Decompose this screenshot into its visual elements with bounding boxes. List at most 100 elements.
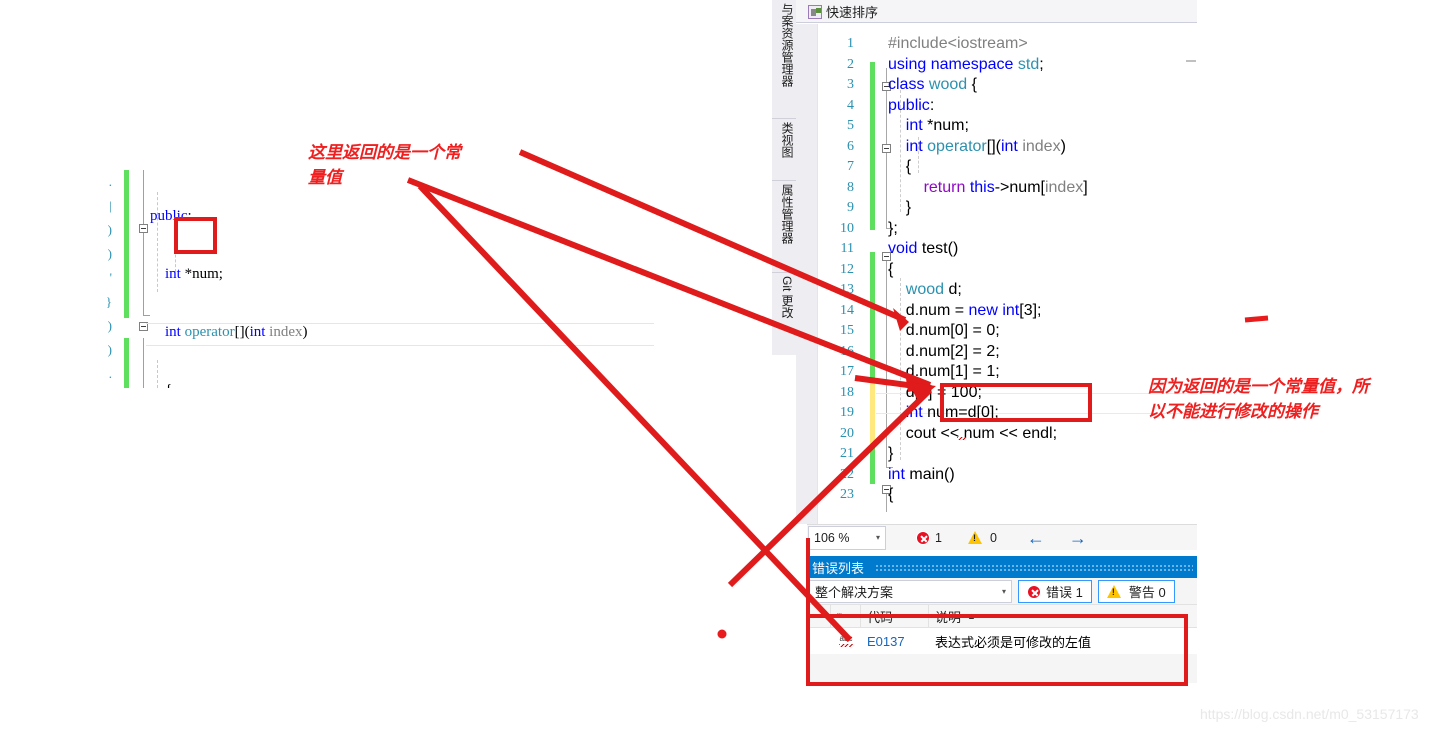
code-line[interactable]: d.num[2] = 2; [888, 342, 1000, 363]
status-warning-count-value: 0 [989, 530, 997, 545]
error-icon [916, 530, 930, 545]
annotation-note-left: 这里返回的是一个常 量值 [308, 143, 461, 187]
sidebar-tab-property-manager[interactable]: 属性管理器 [772, 180, 796, 272]
line-number: 9 [847, 200, 854, 215]
left-outline-foot [143, 315, 150, 316]
status-warning-count[interactable]: 0 [967, 530, 997, 545]
left-gutter: .|))' })).) [105, 174, 112, 381]
editor-tab-label: 快速排序 [826, 5, 879, 20]
line-number: 23 [840, 487, 854, 502]
zoom-level-value: 106 % [814, 530, 850, 545]
sidebar-tab-label: 属性管理器 [780, 184, 794, 244]
status-error-count[interactable]: 1 [916, 530, 942, 545]
left-outline-line [143, 170, 144, 315]
navigate-back-icon[interactable]: ← [1027, 529, 1045, 547]
screenshot-root: .|))' })).) public: int *num; int operat… [0, 0, 1455, 736]
left-code-text[interactable]: public: int *num; int operator[](int ind… [150, 170, 329, 388]
line-number: 2 [847, 56, 854, 72]
line-number: 14 [840, 302, 854, 318]
line-number: 17 [840, 364, 854, 379]
code-line[interactable]: int operator[](int index) [888, 137, 1066, 158]
line-number: 22 [840, 466, 854, 482]
code-line[interactable]: d.num = new int[3]; [888, 301, 1042, 322]
error-filter-toggle[interactable]: 错误 1 [1018, 580, 1092, 603]
scope-dropdown[interactable]: 整个解决方案 ▾ [809, 580, 1012, 603]
code-line[interactable]: }; [888, 219, 898, 240]
line-number: 18 [840, 384, 854, 400]
docked-tool-tabs: 与案资源管理器 类视图 属性管理器 Git 更改 [772, 0, 796, 355]
title-grip [875, 564, 1193, 571]
code-line[interactable]: public: [888, 96, 934, 117]
sidebar-tab-git-changes[interactable]: Git 更改 [772, 272, 796, 355]
scope-dropdown-value: 整个解决方案 [815, 585, 894, 600]
editor-tab-kuaisupaixu[interactable]: 快速排序 [802, 1, 885, 22]
editor-tab-strip: 快速排序 [796, 0, 1197, 23]
line-number: 13 [840, 282, 854, 297]
line-number: 15 [840, 323, 854, 338]
editor-selection-margin [796, 24, 818, 524]
line-number: 10 [840, 220, 854, 236]
code-line[interactable]: } [888, 198, 911, 219]
line-number: 6 [847, 138, 854, 154]
line-number: 1 [847, 36, 854, 51]
code-line[interactable]: class wood { [888, 75, 977, 96]
line-number: 12 [840, 261, 854, 277]
left-fold-toggle-operator[interactable] [139, 224, 148, 233]
cpp-file-icon [808, 4, 822, 19]
line-number: 19 [840, 405, 854, 420]
code-line[interactable]: d.num[0] = 0; [888, 321, 1000, 342]
left-outline-line-2 [143, 338, 144, 388]
line-number: 4 [847, 97, 854, 113]
sidebar-tab-class-view[interactable]: 类视图 [772, 118, 796, 180]
zoom-level-dropdown[interactable]: 106 % ▾ [808, 525, 886, 550]
code-line[interactable]: wood d; [888, 280, 962, 301]
code-line[interactable]: #include<iostream> [888, 34, 1028, 55]
change-bar-class [870, 62, 875, 230]
line-number: 3 [847, 77, 854, 92]
code-line[interactable]: d.num[1] = 1; [888, 362, 1000, 383]
chevron-down-icon: ▾ [1001, 587, 1006, 596]
sidebar-tab-label: Git 更改 [780, 276, 794, 319]
error-icon [1027, 584, 1041, 599]
highlight-box-error-row [806, 614, 1188, 686]
left-code-fragment: .|))' })).) public: int *num; int operat… [94, 170, 654, 388]
change-bar-test-1 [870, 252, 875, 382]
code-line[interactable]: int *num; [888, 116, 969, 137]
code-line[interactable]: { [888, 157, 911, 178]
line-number: 21 [840, 446, 854, 461]
line-number: 16 [840, 343, 854, 359]
code-line[interactable]: cout << num << endl; [888, 424, 1057, 445]
warning-filter-toggle[interactable]: 警告 0 [1097, 580, 1175, 603]
error-squiggle [957, 437, 966, 440]
sidebar-tab-label: 与案资源管理器 [780, 3, 794, 87]
code-line[interactable]: { [888, 260, 893, 281]
error-filter-label: 错误 1 [1046, 585, 1083, 600]
code-editor[interactable]: 1 2 3 4 5 6 7 8 9 10 11 12 13 14 15 16 17 18 19 20 21 22 23 #i… [796, 24, 1197, 524]
warning-filter-label: 警告 0 [1128, 585, 1166, 600]
error-list-title: 错误列表 [812, 560, 865, 576]
highlight-box-d0-assignment [940, 383, 1092, 422]
code-line[interactable]: int main() [888, 465, 955, 486]
sidebar-tab-solution-explorer[interactable]: 与案资源管理器 [772, 0, 796, 118]
line-number: 11 [840, 241, 854, 256]
code-line[interactable]: void test() [888, 239, 958, 260]
code-line[interactable]: using namespace std; [888, 55, 1044, 76]
chevron-down-icon: ▾ [875, 533, 880, 542]
change-bar-test-2 [870, 444, 875, 484]
navigate-forward-icon[interactable]: → [1069, 529, 1087, 547]
line-number: 7 [847, 159, 854, 174]
annotation-note-right: 因为返回的是一个常量值，所 以不能进行修改的操作 [1148, 377, 1369, 421]
left-change-bar-1 [124, 170, 129, 318]
line-number: 5 [847, 118, 854, 133]
error-list-toolbar: 整个解决方案 ▾ 错误 1 警告 0 [807, 578, 1197, 604]
code-line[interactable]: } [888, 444, 893, 465]
left-change-bar-2 [124, 338, 129, 388]
outline-guide-test [886, 257, 887, 467]
warning-icon [967, 531, 982, 544]
error-list-title-bar: 错误列表 [807, 556, 1197, 578]
watermark: https://blog.csdn.net/m0_53157173 [1200, 706, 1419, 722]
code-line[interactable]: { [888, 485, 893, 506]
code-line[interactable]: return this->num[index] [888, 178, 1088, 199]
editor-status-bar: 106 % ▾ 1 0 ← → [807, 524, 1197, 550]
sidebar-tab-label: 类视图 [780, 122, 794, 158]
